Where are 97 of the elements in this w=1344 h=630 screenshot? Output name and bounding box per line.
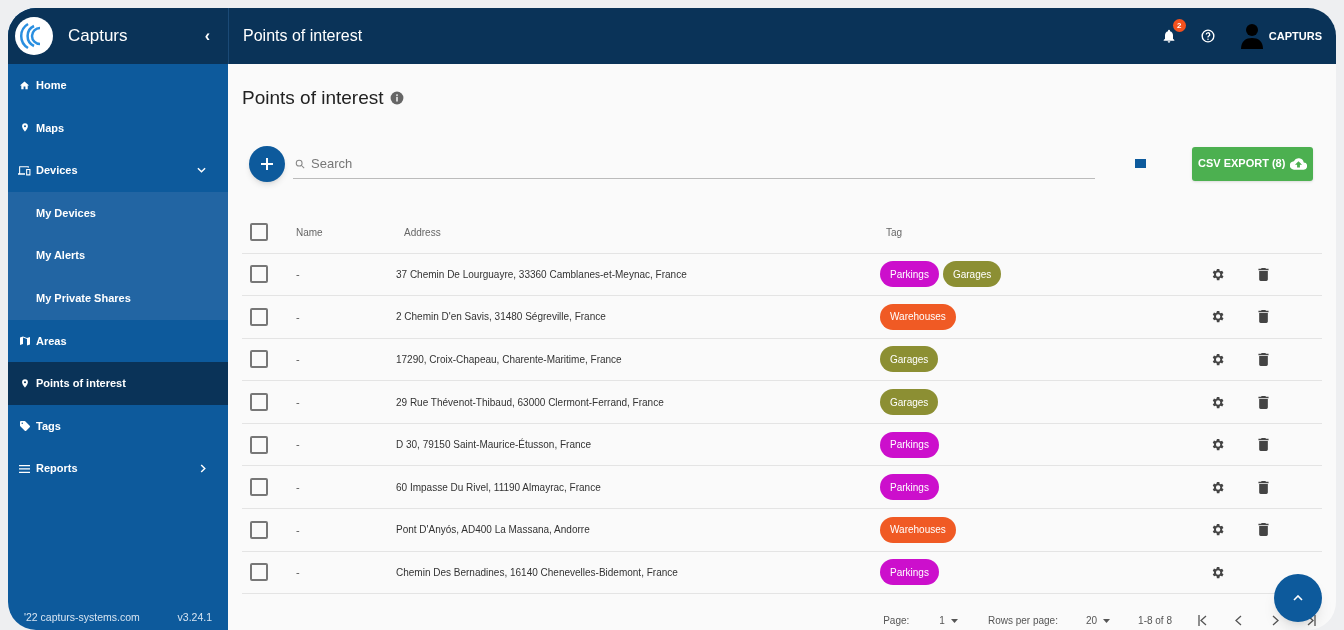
user-name[interactable]: CAPTURS — [1268, 27, 1322, 45]
tag-chip: Garages — [942, 261, 1002, 288]
previous-page-icon[interactable] — [1234, 615, 1244, 626]
table-cell-text: 17290, Croix-Chapeau, Charente-Maritime, France — [396, 353, 623, 367]
tag-chip: Parkings — [880, 559, 939, 586]
tag-chip: Parkings — [880, 474, 939, 501]
rows-per-page-select[interactable]: 20 — [1085, 613, 1111, 628]
tag-chip: Garages — [880, 389, 939, 416]
next-page-icon[interactable] — [1270, 615, 1280, 626]
collapse-button[interactable]: ‹ — [204, 24, 210, 48]
help-icon[interactable] — [1200, 29, 1215, 43]
tag-chip: Warehouses — [880, 303, 956, 330]
settings-icon[interactable] — [1210, 479, 1225, 495]
sidebar-subitem[interactable]: My Private Shares — [8, 276, 228, 320]
add-button[interactable] — [249, 145, 285, 182]
delete-icon[interactable] — [1258, 523, 1269, 537]
tag-icon — [18, 420, 31, 433]
table-cell-text: - — [296, 565, 301, 581]
table-cell-text: 37 Chemin De Lourguayre, 33360 Camblanes-et-Meynac, France — [396, 267, 688, 282]
table-cell-text: - — [296, 267, 301, 283]
checkbox[interactable] — [250, 265, 268, 284]
logo-icon — [14, 16, 54, 56]
table-cell-text: - — [296, 522, 301, 538]
caret-icon — [950, 618, 958, 623]
checkbox[interactable] — [250, 563, 268, 582]
search-field[interactable]: Search — [293, 148, 1095, 179]
first-page-icon[interactable] — [1198, 615, 1208, 626]
notification-count: 2 — [1172, 19, 1186, 32]
tag-chip: Parkings — [880, 261, 939, 288]
delete-icon[interactable] — [1258, 480, 1269, 494]
checkbox[interactable] — [250, 350, 268, 369]
table-cell-text: D 30, 79150 Saint-Maurice-Étusson, France — [396, 437, 593, 453]
checkbox[interactable] — [250, 307, 268, 326]
last-page-icon[interactable] — [1306, 615, 1316, 626]
checkbox[interactable] — [250, 435, 268, 454]
sidebar-item[interactable]: Maps — [8, 106, 228, 150]
delete-icon[interactable] — [1258, 395, 1269, 409]
column-header[interactable]: Address — [404, 224, 886, 240]
map-pin-icon — [19, 376, 30, 390]
table-cell-text: - — [296, 309, 301, 325]
settings-icon[interactable] — [1210, 266, 1225, 282]
sidebar-item[interactable]: Areas — [8, 319, 228, 363]
delete-icon[interactable] — [1258, 438, 1269, 452]
table-cell-text: 2 Chemin D'en Savis, 31480 Ségreville, France — [396, 310, 607, 325]
checkbox[interactable] — [250, 223, 268, 241]
chevron-up-icon — [1293, 595, 1303, 601]
sidebar-item[interactable]: Home — [8, 64, 228, 107]
table-cell-text: - — [296, 437, 301, 453]
scroll-top-button[interactable] — [1274, 574, 1322, 622]
tag-chip: Parkings — [880, 431, 939, 458]
settings-icon[interactable] — [1210, 394, 1225, 410]
settings-icon[interactable] — [1210, 352, 1225, 367]
sidebar-item[interactable]: Points of interest — [8, 362, 228, 405]
menu-icon — [19, 463, 30, 474]
home-icon — [19, 79, 30, 91]
sidebar-subitem[interactable]: My Devices — [8, 191, 228, 235]
table-cell-text: Pont D'Anyós, AD400 La Massana, Andorre — [396, 523, 591, 538]
delete-icon[interactable] — [1258, 267, 1269, 281]
copyright-text: '22 capturs-systems.com — [24, 610, 140, 626]
caret-icon — [1103, 618, 1111, 623]
checkbox[interactable] — [250, 478, 268, 497]
rows-per-page-label: Rows per page: — [987, 614, 1058, 628]
settings-icon[interactable] — [1210, 437, 1225, 453]
cloud-upload-icon — [1290, 157, 1308, 170]
map-area-icon — [18, 334, 31, 347]
delete-icon[interactable] — [1258, 310, 1269, 324]
settings-icon[interactable] — [1210, 522, 1225, 538]
search-icon — [295, 158, 305, 169]
sidebar-item[interactable]: Devices — [8, 149, 228, 192]
checkbox[interactable] — [250, 520, 268, 539]
brand-name: Capturs — [68, 25, 129, 48]
table-cell-text: - — [296, 480, 301, 495]
sidebar-item[interactable]: Tags — [8, 404, 228, 448]
version-text: v3.24.1 — [177, 610, 212, 626]
devices-icon — [18, 165, 31, 176]
page-label: Page: — [883, 614, 910, 628]
settings-icon[interactable] — [1210, 309, 1225, 325]
page-title: Points of interest — [242, 86, 384, 110]
delete-icon[interactable] — [1258, 353, 1269, 366]
info-icon[interactable] — [389, 91, 404, 106]
column-header[interactable]: Name — [296, 224, 404, 240]
table-cell-text: Chemin Des Bernadines, 16140 Chenevelles-Bidemont, France — [396, 565, 679, 580]
range-text: 1-8 of 8 — [1138, 614, 1172, 628]
table-cell-text: - — [296, 352, 301, 368]
table-cell-text: - — [296, 394, 301, 410]
column-header[interactable]: Tag — [886, 224, 903, 240]
table-cell-text: 60 Impasse Du Rivel, 11190 Almayrac, France — [396, 480, 602, 495]
sidebar-subitem[interactable]: My Alerts — [8, 234, 228, 277]
tag-chip: Warehouses — [880, 516, 956, 543]
sidebar-item[interactable]: Reports — [8, 447, 228, 490]
checkbox[interactable] — [250, 393, 268, 412]
page-select[interactable]: 1 — [939, 613, 958, 628]
header-title: Points of interest — [243, 26, 364, 46]
tag-chip: Garages — [880, 346, 939, 373]
plus-icon — [260, 156, 274, 171]
settings-icon[interactable] — [1210, 564, 1225, 580]
table-cell-text: 29 Rue Thévenot-Thibaud, 63000 Clermont-Ferrand, France — [396, 395, 665, 410]
